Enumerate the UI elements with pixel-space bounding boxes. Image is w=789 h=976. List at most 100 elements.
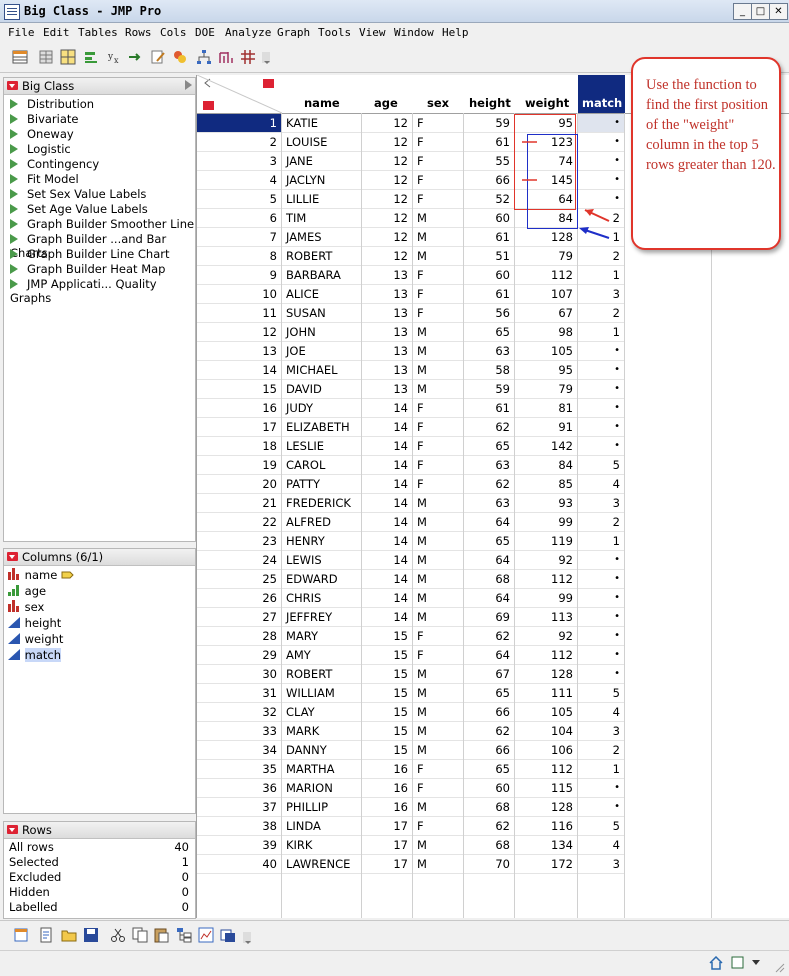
- cell-age[interactable]: 12: [362, 133, 413, 152]
- cell-weight[interactable]: 104: [515, 722, 578, 741]
- row-number[interactable]: 16: [197, 399, 282, 418]
- data-grid-icon[interactable]: [38, 49, 54, 65]
- row-number[interactable]: 32: [197, 703, 282, 722]
- cell-weight[interactable]: 99: [515, 589, 578, 608]
- cell-weight[interactable]: 79: [515, 380, 578, 399]
- cell-age[interactable]: 12: [362, 228, 413, 247]
- row-number[interactable]: 28: [197, 627, 282, 646]
- close-button[interactable]: ✕: [769, 3, 788, 20]
- row-number[interactable]: 17: [197, 418, 282, 437]
- cell-height[interactable]: 63: [464, 342, 515, 361]
- cell-weight[interactable]: 134: [515, 836, 578, 855]
- cell-height[interactable]: 65: [464, 532, 515, 551]
- cell-sex[interactable]: F: [413, 475, 464, 494]
- cell-height[interactable]: 65: [464, 684, 515, 703]
- cell-weight[interactable]: 128: [515, 228, 578, 247]
- row-number[interactable]: 6: [197, 209, 282, 228]
- cell-height[interactable]: 64: [464, 589, 515, 608]
- cell-sex[interactable]: M: [413, 722, 464, 741]
- cell-age[interactable]: 14: [362, 437, 413, 456]
- tree-icon[interactable]: [196, 49, 212, 65]
- cell-sex[interactable]: M: [413, 836, 464, 855]
- column-item-weight[interactable]: weight: [8, 632, 63, 646]
- cell-weight[interactable]: 79: [515, 247, 578, 266]
- column-item-height[interactable]: height: [8, 616, 61, 630]
- cell-match[interactable]: •: [578, 798, 625, 817]
- cell-age[interactable]: 12: [362, 209, 413, 228]
- maximize-button[interactable]: □: [751, 3, 770, 20]
- menu-graph[interactable]: Graph: [277, 26, 310, 39]
- cell-height[interactable]: 61: [464, 133, 515, 152]
- cell-age[interactable]: 14: [362, 608, 413, 627]
- minimize-button[interactable]: _: [733, 3, 752, 20]
- cell-name[interactable]: WILLIAM: [282, 684, 362, 703]
- menu-tools[interactable]: Tools: [318, 26, 351, 39]
- menu-analyze[interactable]: Analyze: [225, 26, 271, 39]
- cell-height[interactable]: 66: [464, 741, 515, 760]
- cell-name[interactable]: LAWRENCE: [282, 855, 362, 874]
- row-number[interactable]: 26: [197, 589, 282, 608]
- paste-icon[interactable]: [153, 927, 169, 943]
- resize-grip-icon[interactable]: [773, 961, 785, 973]
- cell-height[interactable]: 62: [464, 817, 515, 836]
- row-number[interactable]: 35: [197, 760, 282, 779]
- cell-weight[interactable]: 107: [515, 285, 578, 304]
- cell-name[interactable]: LESLIE: [282, 437, 362, 456]
- cell-height[interactable]: 65: [464, 323, 515, 342]
- cell-sex[interactable]: M: [413, 494, 464, 513]
- cell-sex[interactable]: F: [413, 171, 464, 190]
- cell-match[interactable]: 4: [578, 475, 625, 494]
- save-icon[interactable]: [83, 927, 99, 943]
- cell-name[interactable]: MARION: [282, 779, 362, 798]
- row-number[interactable]: 18: [197, 437, 282, 456]
- script-graph-builder-bar[interactable]: Graph Builder ...and Bar Charts: [10, 232, 195, 260]
- cell-name[interactable]: KIRK: [282, 836, 362, 855]
- cell-name[interactable]: LILLIE: [282, 190, 362, 209]
- script-set-sex-value-labels[interactable]: Set Sex Value Labels: [10, 187, 146, 202]
- row-number[interactable]: 1: [197, 114, 282, 133]
- cell-weight[interactable]: 116: [515, 817, 578, 836]
- arrow-icon[interactable]: [127, 49, 143, 65]
- cell-age[interactable]: 12: [362, 171, 413, 190]
- cell-sex[interactable]: M: [413, 209, 464, 228]
- column-header-match[interactable]: match: [578, 75, 626, 114]
- cell-height[interactable]: 60: [464, 779, 515, 798]
- column-item-name[interactable]: name: [8, 568, 74, 582]
- cell-height[interactable]: 64: [464, 551, 515, 570]
- script-oneway[interactable]: Oneway: [10, 127, 74, 142]
- cell-match[interactable]: •: [578, 114, 625, 133]
- cell-match[interactable]: •: [578, 646, 625, 665]
- cell-name[interactable]: PHILLIP: [282, 798, 362, 817]
- cell-name[interactable]: ROBERT: [282, 247, 362, 266]
- cell-name[interactable]: JOHN: [282, 323, 362, 342]
- row-number[interactable]: 19: [197, 456, 282, 475]
- cell-age[interactable]: 15: [362, 646, 413, 665]
- cell-weight[interactable]: 98: [515, 323, 578, 342]
- cell-match[interactable]: 5: [578, 817, 625, 836]
- formula-icon[interactable]: yx: [106, 49, 122, 65]
- cell-name[interactable]: AMY: [282, 646, 362, 665]
- table-icon[interactable]: [12, 49, 28, 65]
- menu-rows[interactable]: Rows: [125, 26, 152, 39]
- cell-height[interactable]: 62: [464, 722, 515, 741]
- cell-sex[interactable]: F: [413, 817, 464, 836]
- cell-sex[interactable]: M: [413, 323, 464, 342]
- cell-match[interactable]: 1: [578, 532, 625, 551]
- cut-icon[interactable]: [110, 927, 126, 943]
- grid-pattern-icon[interactable]: [240, 49, 256, 65]
- cell-weight[interactable]: 95: [515, 361, 578, 380]
- cell-height[interactable]: 61: [464, 285, 515, 304]
- cell-age[interactable]: 14: [362, 513, 413, 532]
- new-script-icon[interactable]: [38, 927, 54, 943]
- cell-age[interactable]: 14: [362, 551, 413, 570]
- column-header-name[interactable]: name: [282, 75, 363, 114]
- script-distribution[interactable]: Distribution: [10, 97, 94, 112]
- cell-name[interactable]: JOE: [282, 342, 362, 361]
- cell-sex[interactable]: F: [413, 760, 464, 779]
- new-data-table-icon[interactable]: [13, 927, 29, 943]
- row-number[interactable]: 13: [197, 342, 282, 361]
- cell-name[interactable]: DAVID: [282, 380, 362, 399]
- menu-view[interactable]: View: [359, 26, 386, 39]
- row-number[interactable]: 20: [197, 475, 282, 494]
- cell-name[interactable]: ELIZABETH: [282, 418, 362, 437]
